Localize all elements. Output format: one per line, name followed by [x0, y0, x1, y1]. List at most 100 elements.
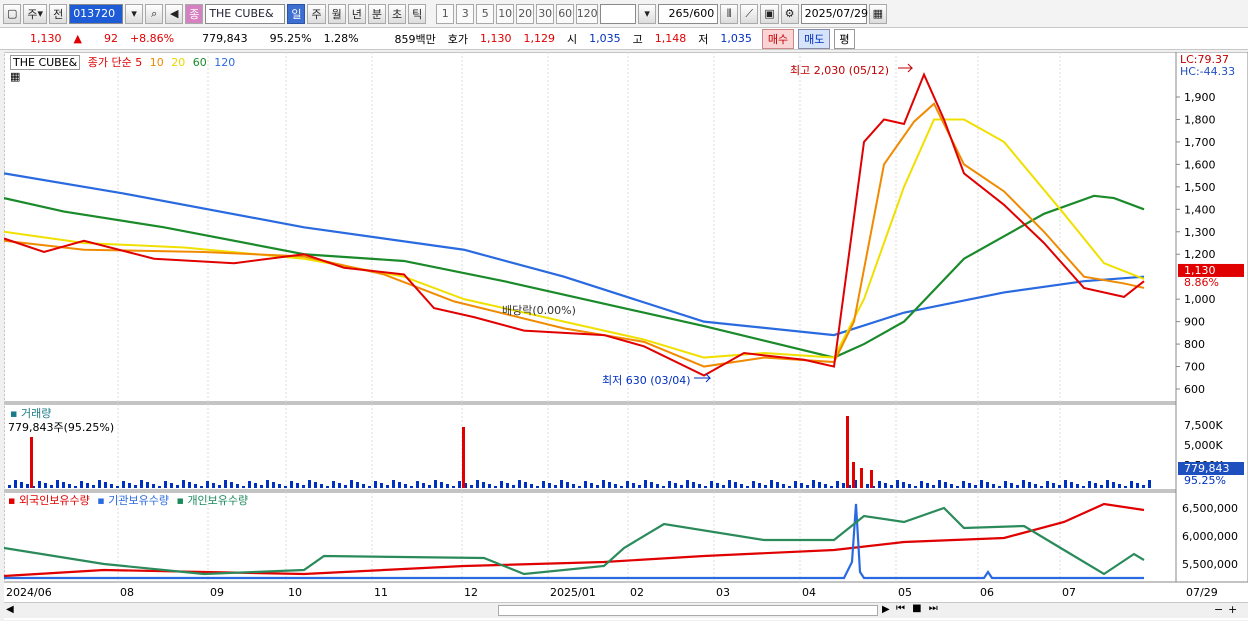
interval-5[interactable]: 5 — [476, 3, 495, 24]
chart-type-icon[interactable]: ⫴ — [720, 3, 739, 24]
volume-bar — [1064, 480, 1067, 488]
search-icon[interactable]: ⌕ — [145, 3, 164, 24]
turnover-rate: 1.28% — [323, 32, 359, 45]
x-axis-label: 09 — [210, 586, 224, 599]
ma120-legend: 120 — [214, 56, 236, 69]
volume-bar — [326, 486, 329, 488]
scroll-left-icon[interactable]: ◀ — [6, 604, 14, 615]
volume-bar — [668, 481, 671, 488]
eval-button[interactable]: 평 — [834, 28, 855, 49]
calendar-icon[interactable]: ▦ — [868, 3, 887, 24]
volume-bar — [1046, 481, 1049, 488]
date-input[interactable]: 2025/07/29 — [800, 3, 868, 24]
volume-bar — [188, 482, 191, 488]
tab-month[interactable]: 월 — [327, 3, 346, 24]
volume-tick-label: 7,500K — [1184, 419, 1223, 432]
volume-bar — [578, 486, 581, 488]
stock-name-field[interactable]: THE CUBE& — [205, 3, 286, 24]
volume-bar — [878, 481, 881, 488]
volume-pct-tag: 95.25% — [1184, 474, 1226, 487]
x-axis-label: 05 — [898, 586, 912, 599]
tab-week[interactable]: 주 — [307, 3, 326, 24]
window-icon[interactable]: ▢ — [3, 3, 22, 24]
scroll-bar[interactable]: ◀ ▶ ⏮ ■ ⏭ − + — [4, 602, 1248, 618]
save-icon[interactable]: ▣ — [760, 3, 779, 24]
interval-60[interactable]: 60 — [556, 3, 575, 24]
tab-minute[interactable]: 분 — [367, 3, 386, 24]
volume-bar — [518, 480, 521, 488]
scroll-thumb[interactable] — [498, 605, 878, 616]
tab-second[interactable]: 초 — [387, 3, 407, 24]
buy-button[interactable]: 매수 — [761, 28, 795, 49]
volume-bar — [674, 483, 677, 488]
volume-bar — [536, 486, 539, 488]
volume-bar — [914, 486, 917, 488]
ask-price: 1,130 — [480, 32, 512, 45]
gear-icon[interactable]: ⚙ — [780, 3, 799, 24]
chart-area[interactable]: 1,900 1,800 1,700 1,600 1,500 1,400 1,300 1,200… — [4, 52, 1248, 620]
chart-svg[interactable]: 1,900 1,800 1,700 1,600 1,500 1,400 1,300 1,200… — [4, 52, 1248, 602]
interval-dropdown-icon[interactable]: ▾ — [638, 3, 657, 24]
volume-bar — [1136, 483, 1139, 488]
volume-bar — [524, 482, 527, 488]
interval-120[interactable]: 120 — [576, 3, 599, 24]
volume-bar — [20, 482, 23, 488]
interval-1[interactable]: 1 — [436, 3, 455, 24]
price-legend: THE CUBE& 종가 단순 5 10 20 60 120 — [10, 54, 235, 70]
tab-year[interactable]: 년 — [347, 3, 366, 24]
volume-bar — [584, 481, 587, 488]
volume-bar — [932, 485, 935, 488]
volume-bar — [662, 486, 665, 488]
volume-bar — [920, 481, 923, 488]
volume-bar — [368, 486, 371, 488]
volume-bar — [614, 484, 617, 488]
volume-bar — [902, 482, 905, 488]
volume-bar — [1022, 480, 1025, 488]
tab-day[interactable]: 일 — [287, 3, 306, 24]
interval-30[interactable]: 30 — [536, 3, 555, 24]
volume-bar — [224, 480, 227, 488]
volume-bar — [824, 484, 827, 488]
count-input[interactable]: 265/600 — [658, 3, 719, 24]
volume-bar — [1052, 483, 1055, 488]
interval-10[interactable]: 10 — [496, 3, 515, 24]
volume-bar — [44, 483, 47, 488]
volume-bar — [1040, 486, 1043, 488]
volume-bar — [596, 485, 599, 488]
dropdown-icon[interactable]: ▾ — [125, 3, 144, 24]
market-type-select[interactable]: 주 ▾ — [23, 3, 48, 24]
volume-bar — [338, 483, 341, 488]
speaker-icon[interactable]: ◀ — [165, 3, 184, 24]
volume-bar — [986, 482, 989, 488]
zoom-controls[interactable]: ⏮ ■ ⏭ — [896, 603, 940, 614]
open-price: 1,035 — [589, 32, 621, 45]
volume-bar — [1004, 481, 1007, 488]
interval-20[interactable]: 20 — [516, 3, 535, 24]
sell-button[interactable]: 매도 — [798, 28, 831, 49]
volume-bar — [842, 483, 845, 488]
tab-tick[interactable]: 틱 — [408, 3, 427, 24]
volume-bar — [1034, 484, 1037, 488]
price-change-pct: +8.86% — [129, 32, 175, 45]
grid-icon[interactable]: ▦ — [10, 70, 20, 83]
volume-bar — [1106, 480, 1109, 488]
stock-code-input[interactable]: 013720 — [69, 3, 124, 24]
zoom-out-icon[interactable]: − — [1214, 603, 1223, 616]
volume-bar — [734, 482, 737, 488]
scroll-right-icon[interactable]: ▶ — [882, 604, 890, 615]
volume-bar — [182, 480, 185, 488]
volume-ratio: 95.25% — [269, 32, 312, 45]
volume-bar — [236, 484, 239, 488]
draw-line-icon[interactable]: ⟋ — [740, 3, 759, 24]
volume-bar — [404, 484, 407, 488]
volume-bar — [554, 485, 557, 488]
zoom-in-icon[interactable]: + — [1228, 603, 1237, 616]
custom-interval-input[interactable] — [600, 3, 637, 24]
volume-bar — [1130, 481, 1133, 488]
volume-bar — [1028, 482, 1031, 488]
interval-3[interactable]: 3 — [456, 3, 475, 24]
prev-select[interactable]: 전 — [49, 3, 68, 24]
volume-bar — [656, 484, 659, 488]
volume-spike-bar — [846, 416, 849, 488]
ma10-legend: 10 — [149, 56, 164, 69]
